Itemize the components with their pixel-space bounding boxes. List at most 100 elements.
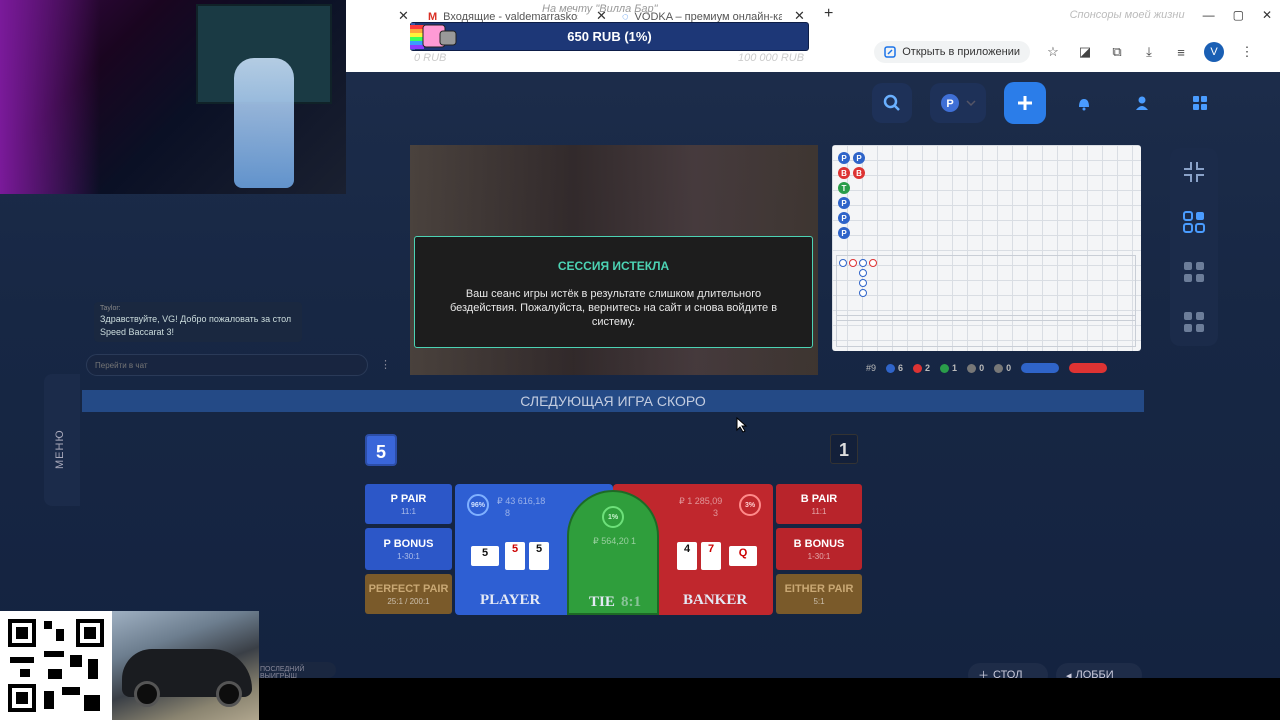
bead-p: P [853, 152, 865, 164]
b-bonus-odds: 1-30:1 [807, 552, 831, 561]
extensions-puzzle-icon[interactable]: ⧉ [1108, 43, 1126, 61]
close-tab-icon[interactable]: ✕ [398, 8, 409, 24]
player-card-2: 5 [529, 542, 549, 570]
stream-banner-center: На мечту "Вилла Бар" [542, 3, 658, 15]
bookmark-star-icon[interactable]: ☆ [1044, 43, 1062, 61]
either-pair-bet[interactable]: EITHER PAIR 5:1 [776, 574, 862, 614]
bead-t: T [838, 182, 850, 194]
tie-percent: 1% [602, 506, 624, 528]
browser-menu-icon[interactable]: ⋮ [1238, 43, 1256, 61]
bead-b: B [838, 167, 850, 179]
b-bonus-bet[interactable]: B BONUS 1-30:1 [776, 528, 862, 570]
collapse-icon[interactable] [1182, 160, 1206, 184]
layout-multi-icon[interactable] [1182, 310, 1206, 334]
bead-p: P [838, 197, 850, 209]
b-pair-value: 0 [1006, 363, 1012, 373]
bead-p: P [838, 227, 850, 239]
maximize-icon[interactable]: ▢ [1233, 8, 1244, 22]
tie-label: TIE [589, 594, 615, 610]
view-switcher-rail [1170, 148, 1218, 346]
currency-p-icon: P [941, 94, 959, 112]
apps-button[interactable] [1180, 83, 1220, 123]
either-pair-odds: 5:1 [813, 597, 825, 606]
minimize-icon[interactable]: — [1203, 8, 1215, 22]
tie-odds: 8:1 [621, 594, 641, 610]
b-pair-count: 0 [994, 363, 1012, 374]
player-card-3: 5 [471, 546, 499, 566]
grid-icon [1193, 96, 1207, 110]
banker-amount: ₽ 1 285,09 [679, 496, 723, 506]
bead-p: P [838, 152, 850, 164]
top-nav: P [872, 82, 1220, 124]
layout-grid-icon[interactable] [1182, 210, 1206, 234]
search-button[interactable] [872, 83, 912, 123]
profile-button[interactable] [1122, 83, 1162, 123]
reading-list-icon[interactable]: ≡ [1172, 43, 1190, 61]
menu-tab-label: МЕНЮ [54, 429, 66, 469]
chevron-down-icon [966, 100, 976, 107]
browser-toolbar: Открыть в приложении ☆ ◪ ⧉ ⤓ ≡ V ⋮ [874, 36, 1280, 68]
svg-text:P: P [946, 98, 953, 110]
chat-input[interactable] [86, 354, 368, 376]
road-marker [859, 279, 867, 287]
tie-count: 1 [631, 536, 637, 546]
nyan-cat-icon [410, 24, 457, 49]
last-win-label: ПОСЛЕДНИЙ ВЫИГРЫШ [256, 662, 336, 680]
extension-pl-icon[interactable]: ◪ [1076, 43, 1094, 61]
road-marker [849, 259, 857, 267]
b-pair-bet[interactable]: B PAIR 11:1 [776, 484, 862, 524]
download-icon[interactable]: ⤓ [1140, 43, 1158, 61]
banker-dot-icon [913, 364, 923, 374]
notifications-button[interactable] [1064, 83, 1104, 123]
tie-dot-icon [940, 364, 950, 374]
b-pair-label: B PAIR [800, 493, 838, 505]
donation-amount: 650 RUB (1%) [567, 29, 652, 44]
open-in-app-button[interactable]: Открыть в приложении [874, 41, 1030, 63]
menu-tab[interactable]: МЕНЮ [44, 374, 80, 506]
perfect-pair-odds: 25:1 / 200:1 [387, 597, 430, 606]
road-marker [869, 259, 877, 267]
p-bonus-bet[interactable]: P BONUS 1-30:1 [365, 528, 452, 570]
player-score-counter: 5 [365, 434, 397, 466]
modal-title: СЕССИЯ ИСТЕКЛА [557, 259, 670, 273]
search-icon [883, 94, 900, 111]
chat-more-icon[interactable]: ⋮ [380, 358, 391, 371]
player-label: PLAYER [480, 592, 541, 608]
tie-bet-zone[interactable]: 1% ₽ 564,20 1 TIE 8:1 [567, 490, 659, 615]
donation-min: 0 RUB [414, 52, 447, 64]
p-pair-label: P PAIR [390, 493, 427, 505]
p-pair-odds: 11:1 [401, 507, 416, 516]
banker-percent: 3% [739, 494, 761, 516]
banker-wins: 2 [913, 363, 930, 374]
p-bonus-odds: 1-30:1 [397, 552, 420, 561]
player-wins: 6 [886, 363, 903, 374]
road-marker [839, 259, 847, 267]
layout-alt-icon[interactable] [1182, 260, 1206, 284]
next-game-banner: СЛЕДУЮЩАЯ ИГРА СКОРО [82, 390, 1144, 412]
banker-card-2: 7 [701, 542, 721, 570]
p-pair-bet[interactable]: P PAIR 11:1 [365, 484, 452, 524]
perfect-pair-bet[interactable]: PERFECT PAIR 25:1 / 200:1 [365, 574, 452, 614]
deposit-button[interactable] [1004, 82, 1046, 124]
webcam-light [0, 0, 100, 194]
profile-avatar[interactable]: V [1204, 42, 1224, 62]
player-card-1: 5 [505, 542, 525, 570]
rounds-count: #9 [866, 363, 877, 374]
open-app-icon [884, 46, 896, 58]
chat-message: Taylor: Здравствуйте, VG! Добро пожалова… [94, 302, 302, 342]
close-window-icon[interactable]: ✕ [1262, 8, 1272, 22]
b-pair-odds: 11:1 [811, 507, 827, 516]
open-in-app-label: Открыть в приложении [902, 46, 1020, 58]
player-dot-icon [886, 364, 896, 374]
p-pair-count: 0 [967, 363, 984, 374]
modal-text: Ваш сеанс игры истёк в результате слишко… [449, 288, 778, 328]
round-stats: #9 6 2 1 0 0 [866, 363, 1108, 374]
stream-banner-right: Спонсоры моей жизни [1069, 9, 1185, 21]
big-road [836, 255, 1136, 321]
ask-player-button[interactable] [1021, 363, 1060, 374]
currency-button[interactable]: P [930, 83, 986, 123]
new-tab-button[interactable]: + [824, 5, 833, 23]
pair-dot-icon [994, 364, 1004, 374]
chat-message-text: Здравствуйте, VG! Добро пожаловать за ст… [100, 314, 292, 337]
ask-banker-button[interactable] [1069, 363, 1108, 374]
